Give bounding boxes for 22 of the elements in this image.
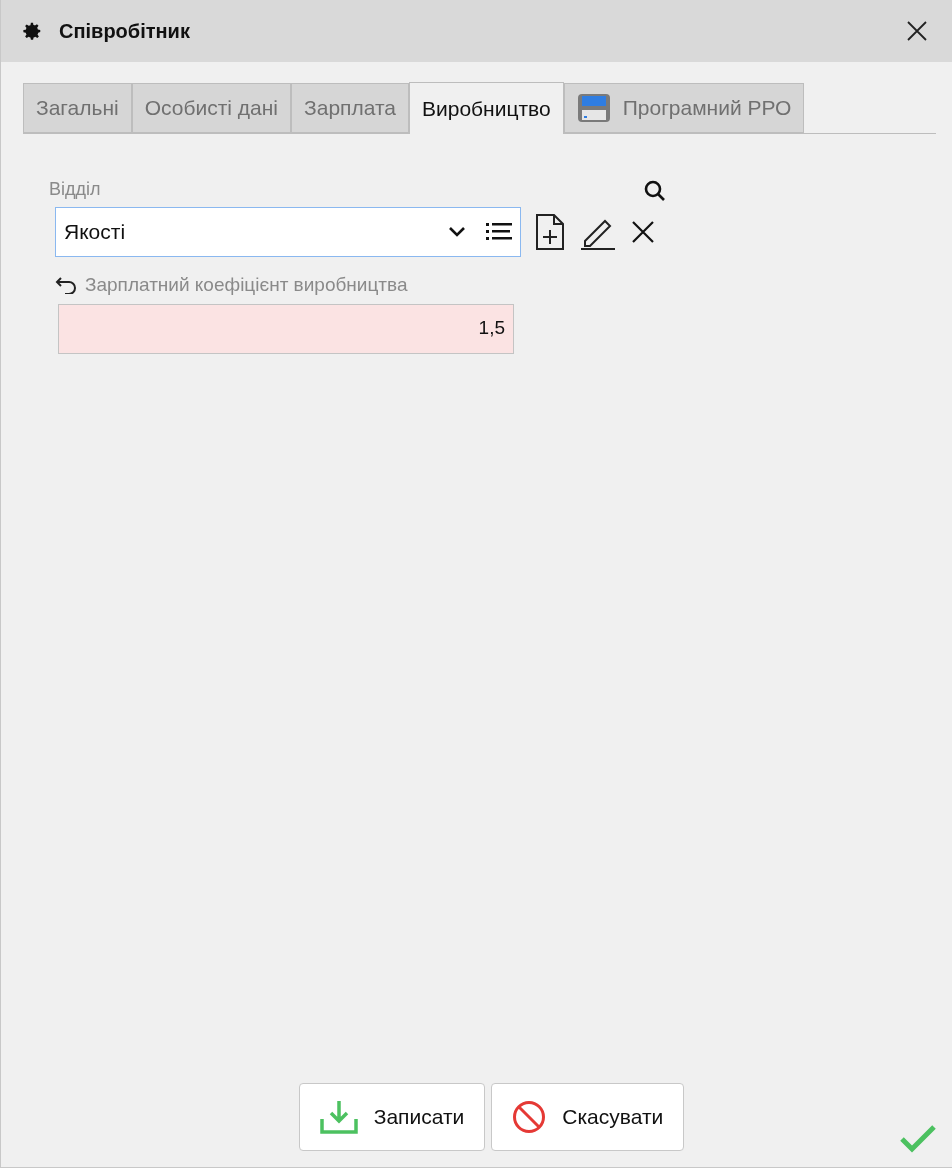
field-value: 1,5 bbox=[478, 316, 505, 341]
download-icon bbox=[319, 1099, 358, 1135]
list-icon[interactable] bbox=[486, 223, 512, 241]
field-label: Зарплатний коефіцієнт виробництва bbox=[85, 273, 408, 297]
chevron-down-icon[interactable] bbox=[448, 226, 466, 238]
clear-icon[interactable] bbox=[631, 220, 655, 244]
field-label: Відділ bbox=[49, 178, 101, 201]
close-icon bbox=[906, 20, 928, 42]
checkmark-icon bbox=[900, 1125, 936, 1153]
undo-icon[interactable] bbox=[55, 276, 77, 295]
tab[interactable]: Виробництво bbox=[409, 82, 564, 134]
search-icon[interactable] bbox=[643, 179, 667, 203]
dialog-button[interactable]: Скасувати bbox=[491, 1083, 685, 1151]
gear-icon bbox=[21, 20, 43, 42]
coefficient-field[interactable]: 1,5 bbox=[58, 303, 514, 354]
add-document-icon[interactable] bbox=[535, 213, 565, 251]
prohibited-icon bbox=[512, 1100, 547, 1134]
field-value: Якості bbox=[64, 219, 126, 246]
department-dropdown[interactable]: Якості bbox=[55, 207, 521, 257]
dialog-button[interactable]: Записати bbox=[298, 1083, 486, 1151]
printer-icon bbox=[576, 93, 611, 123]
window-title: Співробітник bbox=[59, 19, 190, 44]
